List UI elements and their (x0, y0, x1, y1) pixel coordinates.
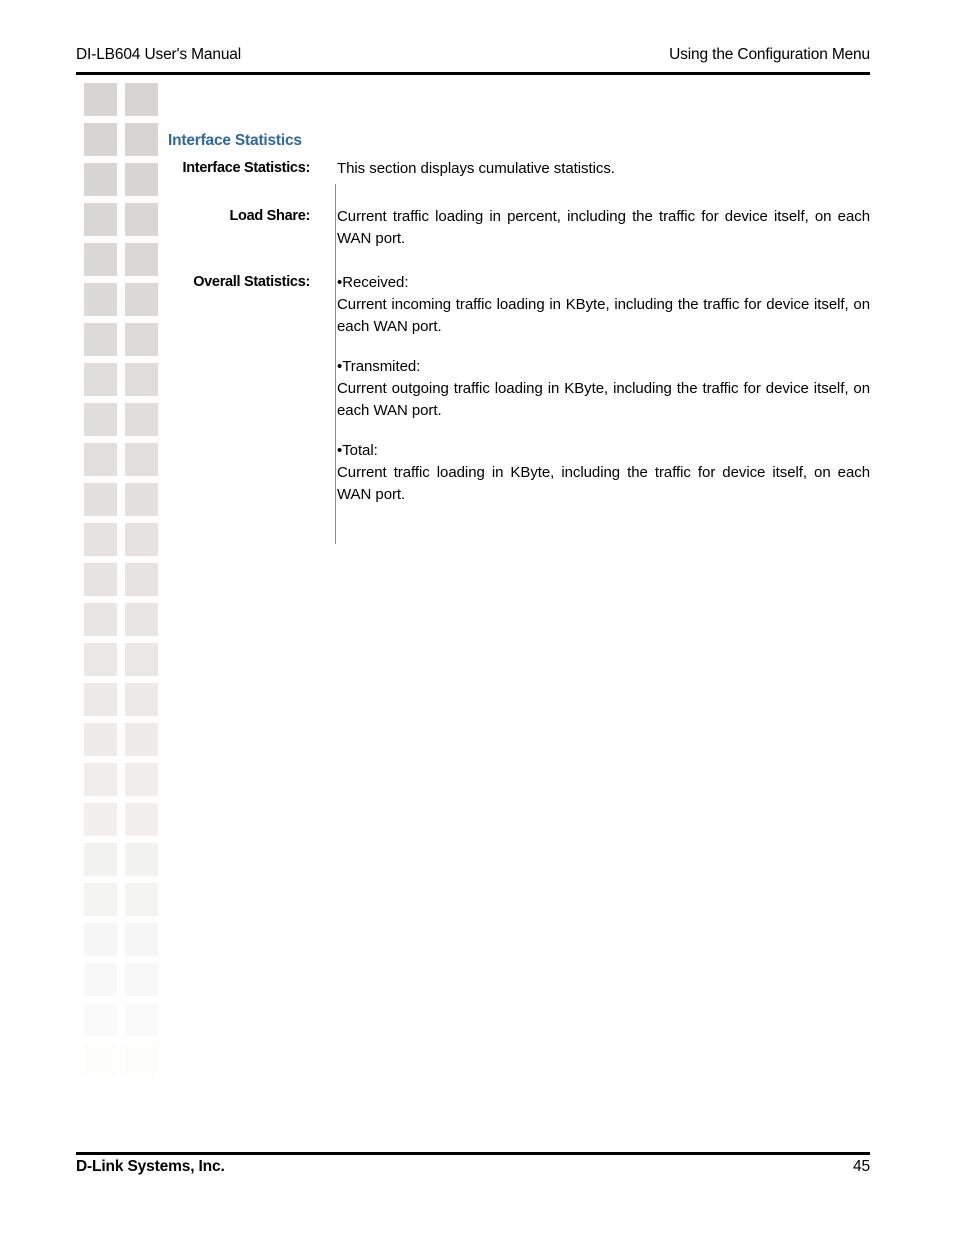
decorative-square (125, 443, 158, 476)
row-spacer (168, 180, 870, 206)
decorative-square (125, 603, 158, 636)
decorative-square (125, 83, 158, 116)
bullet-text: Current incoming traffic loading in KByt… (337, 296, 870, 336)
bullet-title: •Total: (337, 442, 378, 460)
decorative-square (84, 563, 117, 596)
decorative-square (125, 923, 158, 956)
decorative-square (125, 803, 158, 836)
decorative-square (125, 123, 158, 156)
bullet-title: •Received: (337, 274, 409, 292)
bullet-item: •Total: Current traffic loading in KByte… (337, 440, 870, 506)
decorative-square (84, 643, 117, 676)
definition-row: Load Share: Current traffic loading in p… (168, 206, 871, 250)
decorative-square (84, 283, 117, 316)
decorative-square (84, 723, 117, 756)
decorative-square (84, 1083, 117, 1116)
decorative-square (84, 363, 117, 396)
decorative-square (125, 883, 158, 916)
decorative-square (125, 163, 158, 196)
header-section-title: Using the Configuration Menu (669, 46, 870, 63)
decorative-square (84, 1043, 117, 1076)
decorative-square (125, 323, 158, 356)
decorative-square-grid (84, 83, 160, 1149)
decorative-square (125, 403, 158, 436)
decorative-square (84, 803, 117, 836)
definition-row: Interface Statistics: This section displ… (168, 158, 870, 180)
decorative-square (84, 483, 117, 516)
paragraph: This section displays cumulative statist… (337, 160, 615, 178)
decorative-square (84, 83, 117, 116)
decorative-square (125, 363, 158, 396)
definition-description: This section displays cumulative statist… (310, 158, 870, 180)
page-content: Interface Statistics Interface Statistic… (168, 132, 871, 545)
decorative-square (125, 963, 158, 996)
decorative-square (125, 203, 158, 236)
decorative-square (84, 1003, 117, 1036)
decorative-square (125, 243, 158, 276)
definition-description: Current traffic loading in percent, incl… (310, 206, 870, 250)
definition-term: Overall Statistics: (193, 274, 310, 291)
decorative-square (125, 643, 158, 676)
decorative-square (125, 523, 158, 556)
decorative-square (84, 883, 117, 916)
decorative-square (84, 163, 117, 196)
definition-row: Overall Statistics: •Received: Current i… (168, 272, 870, 506)
decorative-square (84, 923, 117, 956)
page-header: DI-LB604 User's Manual Using the Configu… (76, 46, 870, 64)
page-title: Interface Statistics (168, 132, 302, 149)
decorative-square (84, 203, 117, 236)
decorative-square (84, 443, 117, 476)
definition-term: Load Share: (229, 208, 311, 225)
decorative-square (125, 563, 158, 596)
footer-company: D-Link Systems, Inc. (76, 1158, 225, 1175)
bullet-text: Current outgoing traffic loading in KByt… (337, 380, 870, 420)
decorative-square (84, 123, 117, 156)
bullet-text: Current traffic loading in KByte, includ… (337, 464, 870, 504)
definition-description: •Received: Current incoming traffic load… (310, 272, 870, 506)
header-rule (76, 72, 870, 75)
definition-list: Interface Statistics: This section displ… (168, 158, 871, 545)
paragraph: Current traffic loading in percent, incl… (337, 208, 870, 248)
bullet-item: •Transmited: Current outgoing traffic lo… (337, 356, 870, 422)
decorative-square (125, 1003, 158, 1036)
row-spacer (168, 250, 870, 272)
footer-rule (76, 1152, 870, 1155)
decorative-square (125, 1083, 158, 1116)
page-footer: D-Link Systems, Inc. 45 (76, 1158, 870, 1176)
decorative-square (125, 483, 158, 516)
decorative-square (125, 1043, 158, 1076)
decorative-square (125, 723, 158, 756)
decorative-square (84, 763, 117, 796)
bullet-title: •Transmited: (337, 358, 421, 376)
decorative-square (84, 243, 117, 276)
decorative-square (84, 523, 117, 556)
decorative-square (125, 843, 158, 876)
decorative-square (125, 763, 158, 796)
decorative-square (84, 403, 117, 436)
page-number: 45 (853, 1158, 870, 1175)
bullet-item: •Received: Current incoming traffic load… (337, 272, 870, 338)
decorative-square (84, 843, 117, 876)
decorative-square (125, 683, 158, 716)
decorative-square (125, 283, 158, 316)
definition-term: Interface Statistics: (182, 160, 311, 177)
decorative-square (84, 683, 117, 716)
decorative-square (84, 963, 117, 996)
decorative-square (84, 323, 117, 356)
decorative-square (84, 603, 117, 636)
header-manual-title: DI-LB604 User's Manual (76, 46, 242, 63)
